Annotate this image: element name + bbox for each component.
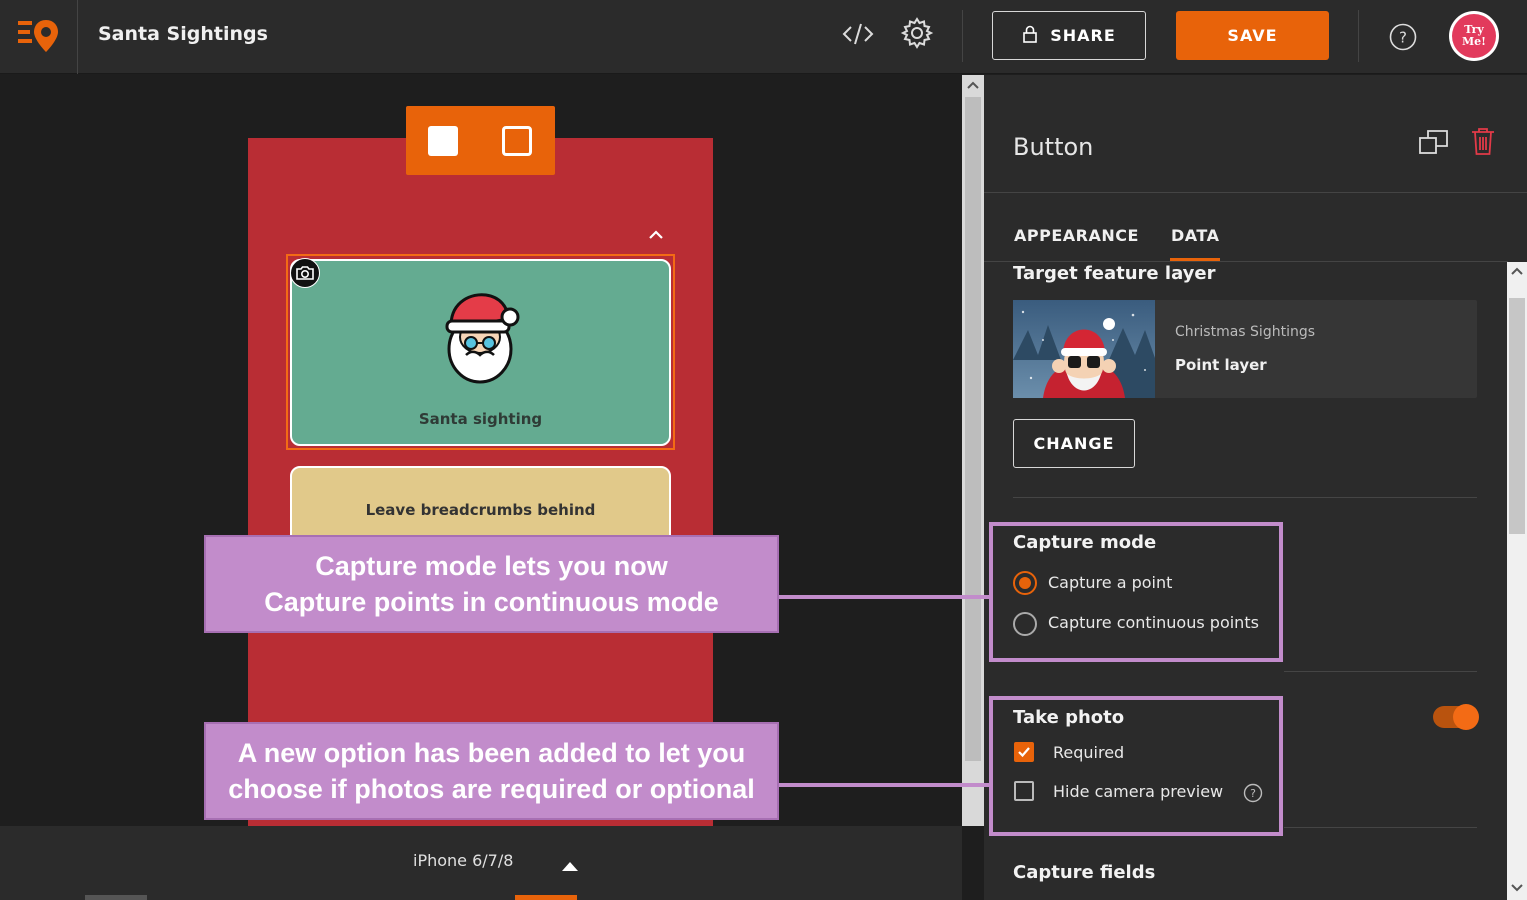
- divider: [1284, 671, 1477, 672]
- canvas-scrollbar[interactable]: [962, 75, 984, 826]
- device-menu-caret-icon[interactable]: [561, 857, 579, 871]
- filled-square-icon[interactable]: [428, 126, 458, 156]
- canvas-scroll-thumb[interactable]: [965, 97, 981, 761]
- take-photo-highlight: [989, 696, 1283, 836]
- change-layer-button[interactable]: CHANGE: [1013, 419, 1135, 468]
- share-button-label: SHARE: [1050, 26, 1116, 45]
- callout-connector: [778, 595, 991, 599]
- scroll-up-icon: [1511, 267, 1523, 275]
- scroll-up-icon: [967, 81, 979, 89]
- lock-icon: [1022, 25, 1038, 47]
- divider: [984, 261, 1508, 262]
- layer-type: Point layer: [1175, 356, 1267, 374]
- trash-icon[interactable]: [1470, 126, 1496, 156]
- camera-icon: [290, 258, 320, 288]
- panel-title: Button: [1013, 133, 1094, 161]
- capture-fields-heading: Capture fields: [1013, 862, 1156, 883]
- duplicate-icon[interactable]: [1418, 128, 1450, 156]
- outline-square-icon[interactable]: [502, 126, 532, 156]
- avatar-badge: Try Me!: [1452, 14, 1496, 58]
- share-button[interactable]: SHARE: [992, 11, 1146, 60]
- collapse-chevron-icon[interactable]: [647, 226, 665, 240]
- santa-card-label: Santa sighting: [418, 410, 543, 428]
- panel-scroll-thumb[interactable]: [1509, 298, 1525, 534]
- device-selector[interactable]: iPhone 6/7/8: [413, 851, 513, 870]
- save-button[interactable]: SAVE: [1176, 11, 1329, 60]
- app-logo-icon[interactable]: [16, 18, 60, 54]
- capture-mode-highlight: [989, 522, 1283, 662]
- callout-line: A new option has been added to let you: [237, 738, 746, 768]
- avatar[interactable]: Try Me!: [1449, 11, 1499, 61]
- status-strip-b: [515, 895, 577, 900]
- layer-name: Christmas Sightings: [1175, 324, 1316, 340]
- tab-appearance[interactable]: APPEARANCE: [1014, 226, 1139, 245]
- target-layer-heading: Target feature layer: [1013, 263, 1216, 284]
- callout-line: Capture mode lets you now: [315, 551, 668, 581]
- app-title: Santa Sightings: [98, 23, 268, 45]
- help-icon[interactable]: ?: [1389, 23, 1417, 51]
- callout-line: Capture points in continuous mode: [264, 587, 719, 617]
- divider: [1284, 827, 1477, 828]
- callout-line: choose if photos are required or optiona…: [228, 774, 755, 804]
- status-strip-a: [85, 895, 147, 900]
- top-bar: Santa Sightings SHARE SAVE ? Try Me!: [0, 0, 1527, 74]
- callout-connector: [778, 783, 991, 787]
- layer-thumbnail: [1013, 300, 1155, 398]
- layout-toolbar: [406, 106, 555, 175]
- svg-text:?: ?: [1399, 29, 1407, 47]
- scroll-down-icon: [1511, 884, 1523, 892]
- tab-data[interactable]: DATA: [1171, 226, 1219, 245]
- breadcrumbs-card-label: Leave breadcrumbs behind: [365, 501, 596, 519]
- capture-mode-callout: Capture mode lets you now Capture points…: [204, 535, 779, 633]
- photo-option-callout: A new option has been added to let you c…: [204, 722, 779, 820]
- santa-icon: [442, 289, 522, 389]
- gear-icon[interactable]: [900, 16, 934, 50]
- code-icon[interactable]: [842, 20, 874, 48]
- divider: [984, 192, 1527, 193]
- avatar-text-2: Me!: [1461, 35, 1486, 48]
- divider: [1013, 497, 1477, 498]
- toggle-knob: [1453, 704, 1479, 730]
